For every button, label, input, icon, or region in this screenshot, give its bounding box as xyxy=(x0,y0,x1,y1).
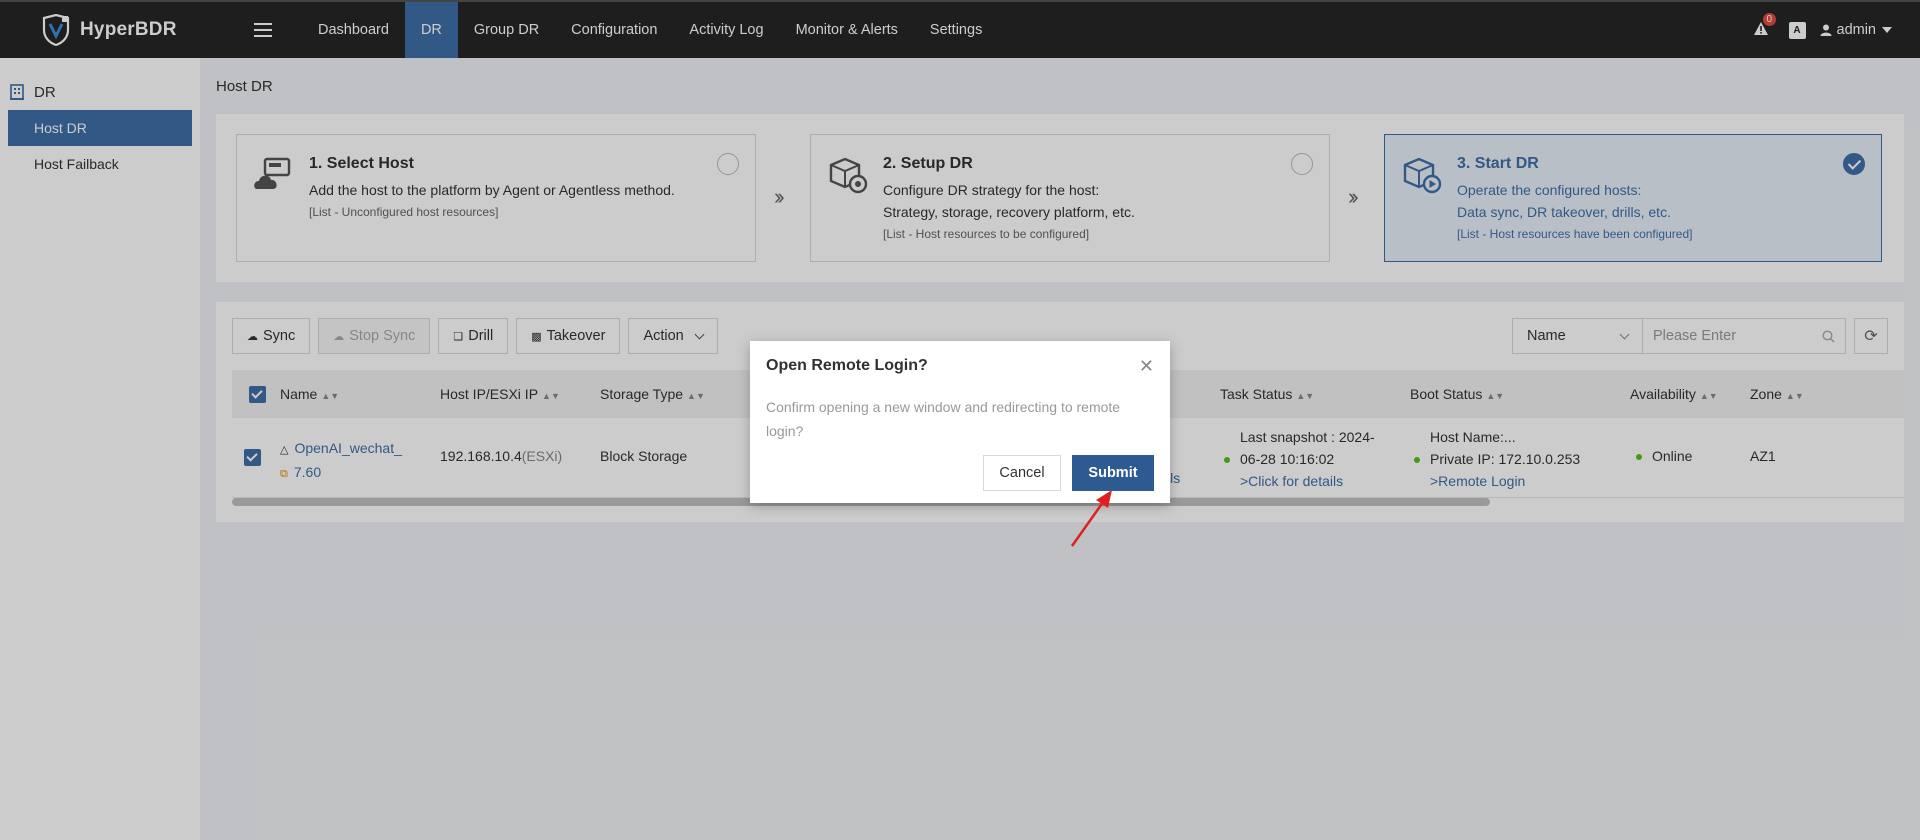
annotation-arrow-icon xyxy=(1070,490,1112,547)
cancel-button[interactable]: Cancel xyxy=(983,455,1061,491)
close-icon[interactable]: ✕ xyxy=(1139,357,1154,375)
remote-login-dialog: Open Remote Login? ✕ Confirm opening a n… xyxy=(750,341,1170,503)
submit-button[interactable]: Submit xyxy=(1072,455,1154,491)
dialog-message: Confirm opening a new window and redirec… xyxy=(766,399,1121,439)
dialog-title: Open Remote Login? xyxy=(766,357,928,374)
